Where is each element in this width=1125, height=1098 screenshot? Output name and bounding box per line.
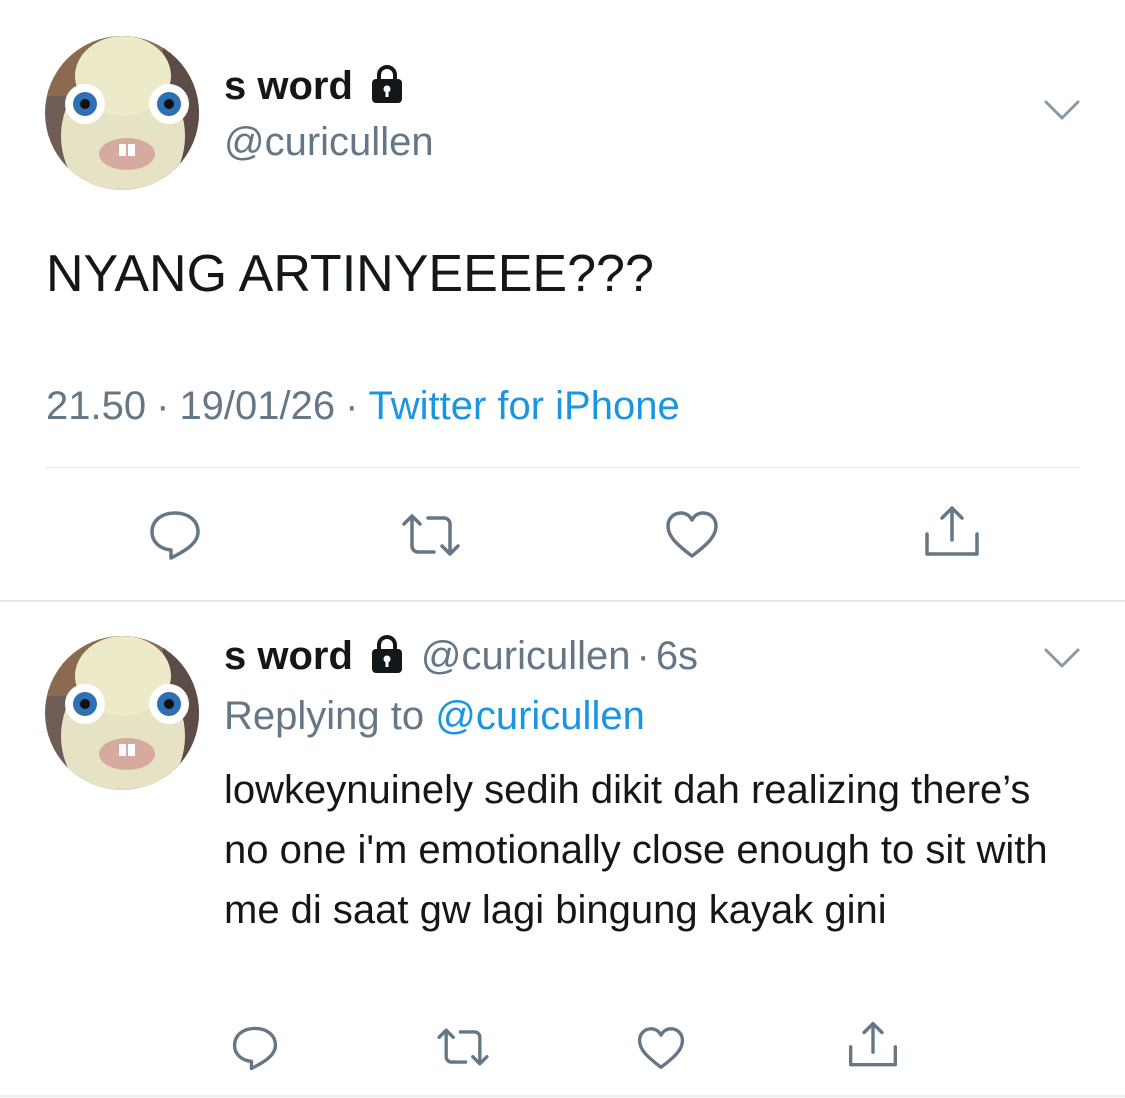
- share-icon[interactable]: [846, 1020, 900, 1075]
- reply-icon[interactable]: [147, 508, 203, 567]
- meta-separator: ·: [345, 384, 359, 428]
- avatar-image: [45, 36, 199, 190]
- reply-icon[interactable]: [230, 1024, 280, 1077]
- replying-to: Replying to @curicullen: [224, 694, 645, 739]
- lock-icon: [367, 64, 407, 109]
- handle[interactable]: @curicullen: [224, 120, 434, 165]
- meta-separator: ·: [636, 634, 650, 678]
- divider: [0, 1095, 1125, 1097]
- tweet-date: 19/01/26: [179, 384, 336, 428]
- divider: [46, 467, 1080, 468]
- chevron-down-icon[interactable]: [1042, 96, 1082, 129]
- tweet-time: 21.50: [46, 384, 147, 428]
- reply-text: lowkeynuinely sedih dikit dah realizing …: [224, 768, 1048, 932]
- share-icon[interactable]: [922, 504, 982, 565]
- tweet-source-link[interactable]: Twitter for iPhone: [368, 384, 679, 428]
- display-name[interactable]: s word: [224, 634, 353, 679]
- display-name[interactable]: s word: [224, 64, 353, 109]
- like-icon[interactable]: [636, 1026, 686, 1076]
- tweet-thread: s word @curicullen NYANG ARTINYEEEE??? 2…: [0, 0, 1125, 1098]
- tweet-meta: 21.50 · 19/01/26 · Twitter for iPhone: [46, 384, 680, 429]
- replying-to-handle[interactable]: @curicullen: [435, 694, 645, 738]
- avatar[interactable]: [45, 36, 199, 190]
- like-icon[interactable]: [664, 510, 720, 565]
- retweet-icon[interactable]: [396, 512, 466, 563]
- author-name-row: s word: [224, 64, 407, 109]
- tweet-text: NYANG ARTINYEEEE???: [46, 245, 654, 303]
- retweet-icon[interactable]: [432, 1026, 494, 1073]
- reply-author-row: s word @curicullen · 6s: [224, 634, 698, 679]
- lock-icon: [367, 634, 407, 679]
- replying-to-label: Replying to: [224, 694, 425, 738]
- avatar-image: [45, 636, 199, 790]
- meta-separator: ·: [156, 384, 170, 428]
- divider: [0, 600, 1125, 602]
- handle-row: @curicullen: [224, 120, 434, 165]
- chevron-down-icon[interactable]: [1042, 644, 1082, 677]
- avatar[interactable]: [45, 636, 199, 790]
- tweet-age[interactable]: 6s: [656, 634, 698, 679]
- handle[interactable]: @curicullen: [421, 634, 631, 679]
